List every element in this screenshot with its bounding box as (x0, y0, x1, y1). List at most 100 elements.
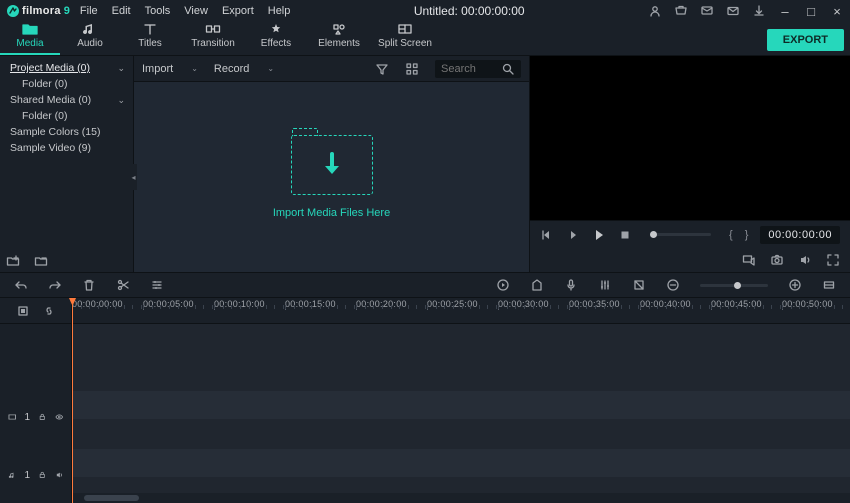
mark-in-icon[interactable]: { (729, 229, 733, 241)
volume-icon[interactable] (798, 253, 812, 267)
zoom-fit-icon[interactable] (822, 278, 836, 292)
audio-mixer-icon[interactable] (598, 278, 612, 292)
media-toolbar: Import⌄ Record⌄ (134, 56, 529, 82)
import-dropdown[interactable]: Import⌄ (142, 63, 198, 75)
chevron-down-icon[interactable]: ⌄ (117, 95, 125, 106)
play-icon[interactable] (592, 228, 606, 242)
marker-icon[interactable] (530, 278, 544, 292)
zoom-in-icon[interactable] (788, 278, 802, 292)
menu-view[interactable]: View (184, 5, 208, 17)
menu-edit[interactable]: Edit (112, 5, 131, 17)
message-icon[interactable] (700, 4, 714, 18)
sidebar-item-shared-folder[interactable]: Folder (0) (0, 108, 133, 124)
search-box[interactable] (435, 60, 521, 78)
media-sidebar: Project Media (0)⌄ Folder (0) Shared Med… (0, 56, 134, 272)
preview-footer (530, 248, 850, 272)
mark-out-icon[interactable]: } (745, 229, 749, 241)
redo-icon[interactable] (48, 278, 62, 292)
timeline-scrollbar[interactable] (72, 493, 850, 503)
sidebar-item-project-media[interactable]: Project Media (0)⌄ (0, 60, 133, 76)
sidebar-item-sample-video[interactable]: Sample Video (9) (0, 140, 133, 156)
stop-icon[interactable] (618, 228, 632, 242)
time-ruler[interactable]: 00:00:00:0000:00:05:0000:00:10:0000:00:1… (72, 298, 850, 324)
tab-split-screen[interactable]: Split Screen (372, 20, 438, 55)
crop-icon[interactable] (632, 278, 646, 292)
undo-icon[interactable] (14, 278, 28, 292)
chevron-down-icon: ⌄ (267, 64, 274, 73)
app-name: filmora (22, 5, 61, 17)
chevron-down-icon: ⌄ (191, 64, 198, 73)
app-logo: filmora 9 (6, 4, 70, 18)
snapshot-to-timeline-icon[interactable] (742, 253, 756, 267)
edit-settings-icon[interactable] (150, 278, 164, 292)
timeline: 1 1 00:00:00:0000:00:05:0000:00:10:0000:… (0, 298, 850, 503)
lock-icon[interactable] (38, 468, 46, 482)
link-icon[interactable] (42, 304, 56, 318)
fullscreen-icon[interactable] (826, 253, 840, 267)
workspace-row: Project Media (0)⌄ Folder (0) Shared Med… (0, 56, 850, 272)
audio-track-icon (8, 468, 16, 482)
video-track-icon (8, 410, 16, 424)
export-button[interactable]: EXPORT (767, 29, 844, 51)
select-tool-icon[interactable] (16, 304, 30, 318)
snapshot-icon[interactable] (770, 253, 784, 267)
render-preview-icon[interactable] (496, 278, 510, 292)
record-dropdown[interactable]: Record⌄ (214, 63, 274, 75)
menu-help[interactable]: Help (268, 5, 291, 17)
preview-scrubber[interactable] (650, 233, 711, 236)
filter-icon[interactable] (375, 62, 389, 76)
ruler-tick: 00:00:50:00 (782, 298, 850, 310)
menu-export[interactable]: Export (222, 5, 254, 17)
search-icon[interactable] (501, 62, 515, 76)
window-close[interactable]: × (830, 4, 844, 19)
audio-track-number: 1 (24, 470, 30, 481)
tracks-area[interactable] (72, 324, 850, 493)
zoom-out-icon[interactable] (666, 278, 680, 292)
chevron-down-icon[interactable]: ⌄ (117, 63, 125, 74)
tab-audio[interactable]: Audio (60, 20, 120, 55)
playhead[interactable] (72, 298, 73, 503)
ruler-tick: 00:00:25:00 (427, 298, 497, 310)
mail-icon[interactable] (726, 4, 740, 18)
sidebar-splitter[interactable] (130, 164, 137, 190)
eye-icon[interactable] (55, 410, 63, 424)
search-input[interactable] (441, 63, 495, 75)
tab-elements[interactable]: Elements (306, 20, 372, 55)
menu-file[interactable]: File (80, 5, 98, 17)
video-track-head: 1 (0, 403, 71, 431)
menu-tools[interactable]: Tools (145, 5, 171, 17)
window-title: Untitled: 00:00:00:00 (290, 4, 648, 18)
tab-transition[interactable]: Transition (180, 20, 246, 55)
download-app-icon[interactable] (752, 4, 766, 18)
sidebar-item-shared-media[interactable]: Shared Media (0)⌄ (0, 92, 133, 108)
tab-effects[interactable]: Effects (246, 20, 306, 55)
window-maximize[interactable]: □ (804, 4, 818, 19)
play-back-icon[interactable] (566, 228, 580, 242)
sidebar-item-sample-colors[interactable]: Sample Colors (15) (0, 124, 133, 140)
ruler-tick: 00:00:15:00 (285, 298, 355, 310)
delete-icon[interactable] (82, 278, 96, 292)
split-icon[interactable] (116, 278, 130, 292)
ruler-tick: 00:00:30:00 (498, 298, 568, 310)
mute-icon[interactable] (55, 468, 63, 482)
media-panel: Import⌄ Record⌄ Import Media Files Here (134, 56, 530, 272)
lock-icon[interactable] (38, 410, 46, 424)
media-drop-zone[interactable]: Import Media Files Here (134, 82, 529, 272)
voiceover-icon[interactable] (564, 278, 578, 292)
delete-folder-icon[interactable] (34, 254, 48, 268)
tab-media[interactable]: Media (0, 20, 60, 55)
tab-titles[interactable]: Titles (120, 20, 180, 55)
video-track-row[interactable] (72, 391, 850, 419)
grid-view-icon[interactable] (405, 62, 419, 76)
sidebar-item-project-folder[interactable]: Folder (0) (0, 76, 133, 92)
ruler-tick: 00:00:35:00 (569, 298, 639, 310)
window-minimize[interactable]: – (778, 4, 792, 19)
step-back-icon[interactable] (540, 228, 554, 242)
audio-track-row[interactable] (72, 449, 850, 477)
menu-bar: File Edit Tools View Export Help (80, 5, 290, 17)
store-icon[interactable] (674, 4, 688, 18)
zoom-slider[interactable] (700, 284, 768, 287)
new-folder-icon[interactable] (6, 254, 20, 268)
account-icon[interactable] (648, 4, 662, 18)
ruler-tick: 00:00:00:00 (72, 298, 142, 310)
